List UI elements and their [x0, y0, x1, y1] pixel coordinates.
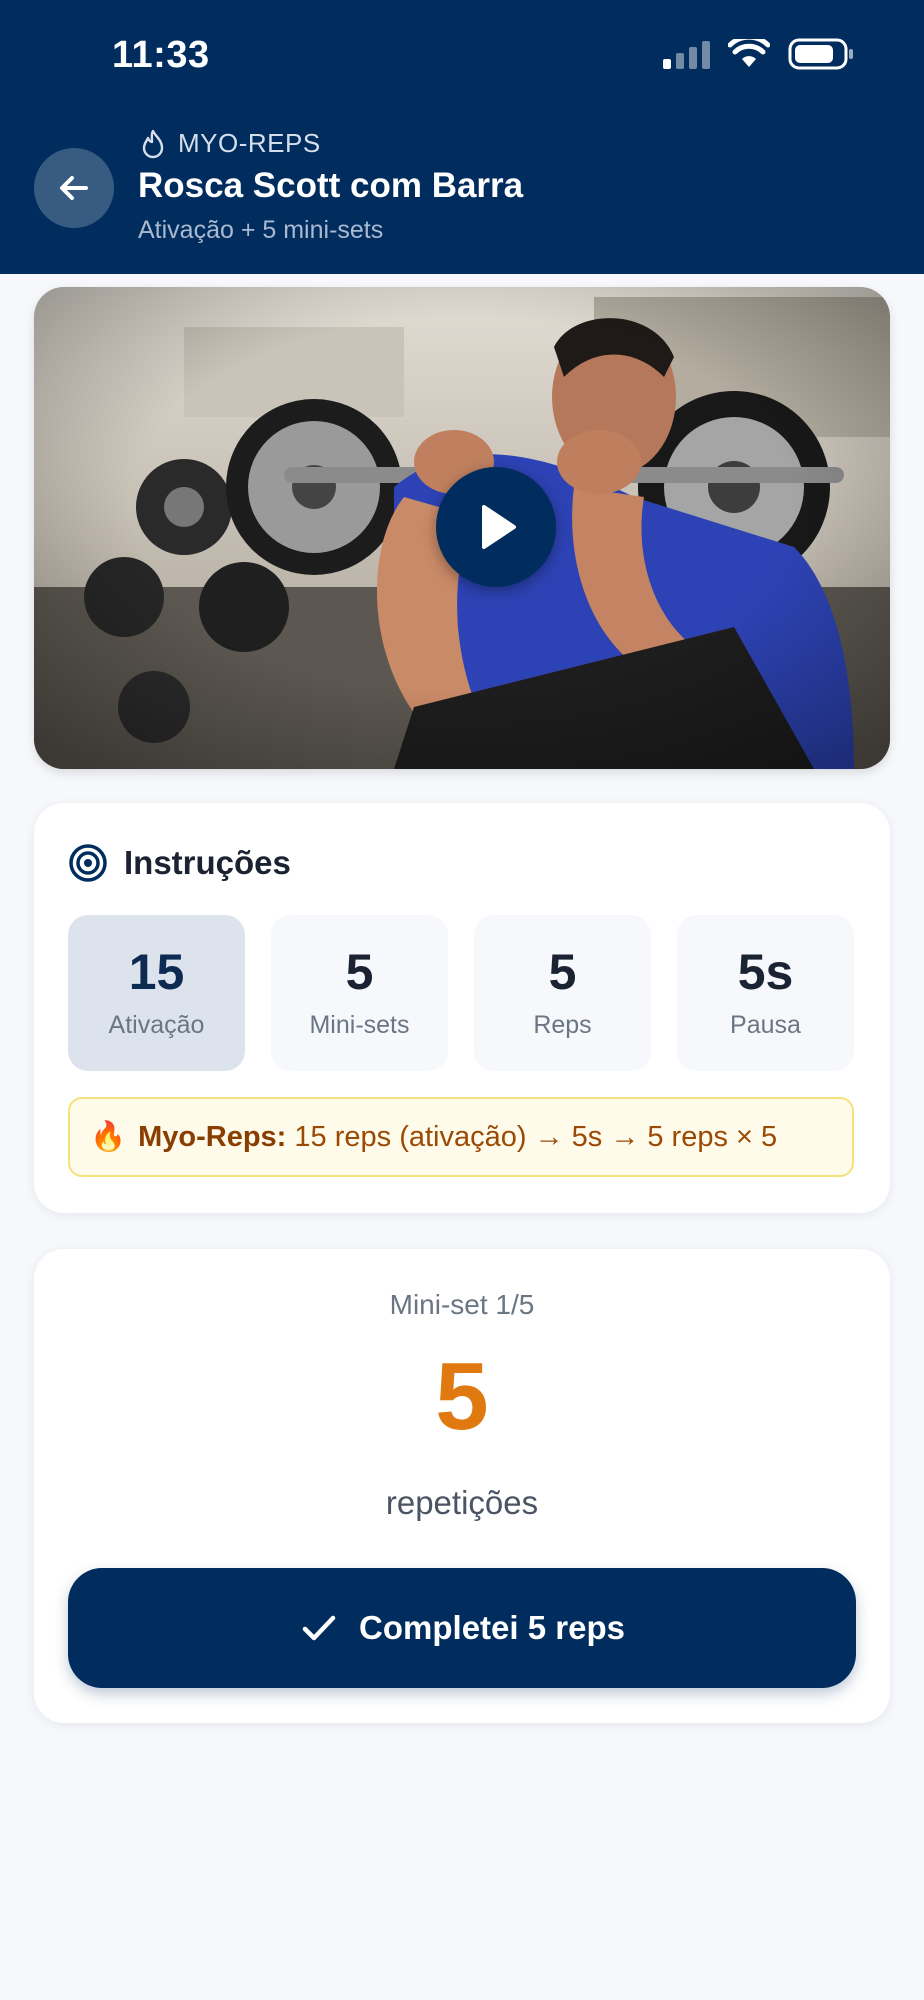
stat-activation: 15 Ativação: [68, 915, 245, 1071]
stat-label: Reps: [533, 1010, 592, 1039]
stat-mini-sets: 5 Mini-sets: [271, 915, 448, 1071]
exercise-subtitle: Ativação + 5 mini-sets: [138, 216, 384, 244]
stat-label: Mini-sets: [309, 1010, 410, 1039]
check-icon: [302, 1615, 336, 1641]
current-set-card: Mini-set 1/5 5 repetições Completei 5 re…: [34, 1249, 890, 1723]
target-icon: [69, 844, 107, 882]
play-button[interactable]: [436, 467, 556, 587]
instructions-title: Instruções: [124, 844, 291, 881]
fire-emoji-icon: 🔥: [90, 1121, 127, 1153]
complete-reps-label: Completei 5 reps: [359, 1609, 625, 1646]
status-time: 11:33: [112, 34, 210, 76]
exercise-title: Rosca Scott com Barra: [138, 166, 524, 205]
stat-reps: 5 Reps: [474, 915, 651, 1071]
stat-label: Ativação: [108, 1010, 205, 1039]
note-strong: Myo-Reps:: [138, 1120, 287, 1153]
stat-value: 5: [345, 943, 374, 1000]
status-icons: [663, 38, 854, 70]
myo-reps-note: 🔥 Myo-Reps: 15 reps (ativação) → 5s → 5 …: [68, 1097, 854, 1177]
exercise-video[interactable]: [34, 287, 890, 769]
arrow-left-icon: [60, 176, 88, 200]
wifi-icon: [728, 39, 770, 67]
instruction-stats: 15 Ativação 5 Mini-sets 5 Reps 5s Pausa: [68, 915, 854, 1071]
mini-set-progress: Mini-set 1/5: [389, 1289, 535, 1320]
rep-count: 5: [435, 1343, 489, 1450]
stat-pause: 5s Pausa: [677, 915, 854, 1071]
play-icon: [482, 505, 516, 549]
workout-tag-label: MYO-REPS: [178, 128, 321, 158]
stat-value: 5: [548, 943, 577, 1000]
complete-reps-button[interactable]: Completei 5 reps: [68, 1568, 856, 1688]
stat-value: 5s: [737, 943, 794, 1000]
app-header: 11:33 MYO-REPS Rosca Scott com Barra Ati…: [0, 0, 924, 274]
cellular-signal-icon: [663, 39, 710, 69]
rep-unit: repetições: [385, 1484, 539, 1521]
note-text: 15 reps (ativação) → 5s → 5 reps × 5: [294, 1120, 778, 1153]
stat-label: Pausa: [730, 1010, 801, 1039]
workout-tag: MYO-REPS: [140, 128, 321, 159]
instructions-card: Instruções 15 Ativação 5 Mini-sets 5 Rep…: [34, 803, 890, 1213]
instructions-heading: Instruções: [68, 843, 291, 883]
stat-value: 15: [128, 943, 185, 1000]
back-button[interactable]: [34, 148, 114, 228]
battery-icon: [788, 38, 853, 70]
flame-icon: [142, 129, 164, 158]
